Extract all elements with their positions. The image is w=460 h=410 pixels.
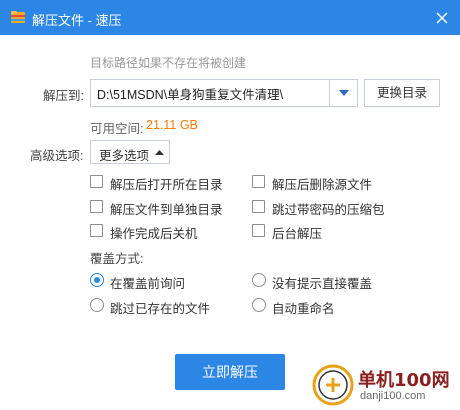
radio-circle[interactable] (252, 298, 266, 312)
chevron-down-icon (339, 90, 349, 96)
checkbox-label: 解压后删除源文件 (272, 178, 373, 192)
destination-hint: 目标路径如果不存在将被创建 (90, 56, 247, 70)
destination-path-input[interactable] (97, 86, 323, 100)
radio-label: 在覆盖前询问 (110, 277, 186, 291)
checkbox-box[interactable] (90, 200, 103, 213)
extract-now-button[interactable]: 立即解压 (175, 354, 285, 390)
checkbox-label: 解压后打开所在目录 (110, 178, 223, 192)
checkbox-box[interactable] (252, 200, 265, 213)
free-space-label: 可用空间: (90, 122, 144, 136)
free-space-value: 21.11 GB (146, 118, 198, 132)
checkbox-box[interactable] (90, 175, 103, 188)
chevron-up-icon (155, 150, 164, 155)
radio-circle[interactable] (90, 273, 104, 287)
checkbox-box[interactable] (90, 224, 103, 237)
site-watermark: 单机100网 danji100.com (312, 362, 460, 410)
overwrite-mode-label: 覆盖方式: (90, 252, 144, 266)
watermark-site-name: 单机100网 (358, 370, 450, 391)
destination-path-field[interactable] (90, 79, 358, 107)
destination-label: 解压到: (43, 89, 84, 103)
plus-logo-icon (312, 364, 354, 406)
radio-circle[interactable] (90, 298, 104, 312)
checkbox-label: 解压文件到单独目录 (110, 203, 223, 217)
zip-folder-icon (11, 11, 25, 23)
path-dropdown-button[interactable] (329, 80, 357, 106)
change-directory-button[interactable]: 更换目录 (364, 79, 440, 107)
title-bar: 解压文件 - 速压 (0, 0, 460, 35)
more-options-label: 更多选项 (99, 149, 150, 163)
radio-circle[interactable] (252, 273, 266, 287)
advanced-options-label: 高级选项: (30, 149, 84, 163)
checkbox-label: 后台解压 (272, 227, 323, 241)
window-title: 解压文件 - 速压 (32, 13, 122, 28)
radio-label: 没有提示直接覆盖 (272, 277, 373, 291)
radio-label: 自动重命名 (272, 302, 335, 316)
checkbox-box[interactable] (252, 175, 265, 188)
checkbox-label: 操作完成后关机 (110, 227, 198, 241)
checkbox-label: 跳过带密码的压缩包 (272, 203, 385, 217)
radio-label: 跳过已存在的文件 (110, 302, 211, 316)
watermark-site-url: danji100.com (360, 390, 426, 402)
more-options-button[interactable]: 更多选项 (90, 140, 170, 164)
close-icon[interactable] (432, 8, 452, 28)
checkbox-box[interactable] (252, 224, 265, 237)
